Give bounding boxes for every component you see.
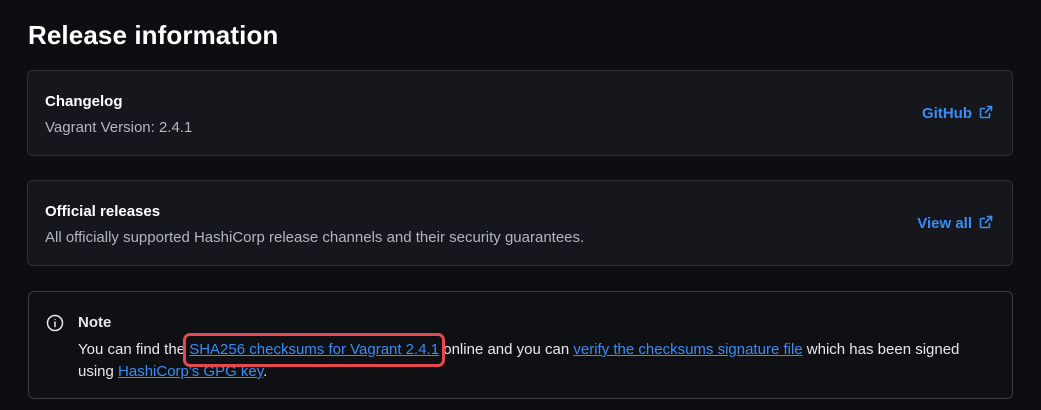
note-box: Note You can find the SHA256 checksums f…: [28, 291, 1013, 399]
section-title: Release information: [28, 20, 279, 50]
note-title: Note: [78, 314, 112, 331]
external-link-icon: [978, 104, 994, 120]
release-information-page: Release information Changelog Vagrant Ve…: [0, 0, 1041, 410]
note-text: You can find the: [78, 341, 190, 358]
github-link[interactable]: GitHub: [922, 103, 994, 122]
highlight-box: SHA256 checksums for Vagrant 2.4.1: [183, 333, 446, 367]
vagrant-version: Vagrant Version: 2.4.1: [45, 119, 193, 136]
note-body: You can find the SHA256 checksums for Va…: [78, 333, 988, 383]
gpg-key-link[interactable]: HashiCorp's GPG key: [118, 363, 263, 380]
official-releases-description: All officially supported HashiCorp relea…: [45, 229, 585, 246]
changelog-card: Changelog Vagrant Version: 2.4.1 GitHub: [27, 70, 1013, 156]
note-text: online and you can: [439, 341, 574, 358]
info-icon: [46, 314, 64, 337]
official-releases-title: Official releases: [45, 203, 161, 220]
official-releases-card: Official releases All officially support…: [27, 180, 1013, 266]
view-all-link[interactable]: View all: [917, 213, 994, 232]
verify-signature-link[interactable]: verify the checksums signature file: [573, 341, 802, 358]
view-all-link-label: View all: [917, 215, 972, 232]
external-link-icon: [978, 214, 994, 230]
changelog-title: Changelog: [45, 93, 123, 110]
note-text: .: [263, 363, 268, 380]
github-link-label: GitHub: [922, 105, 972, 122]
sha256-checksums-link[interactable]: SHA256 checksums for Vagrant 2.4.1: [189, 341, 439, 358]
